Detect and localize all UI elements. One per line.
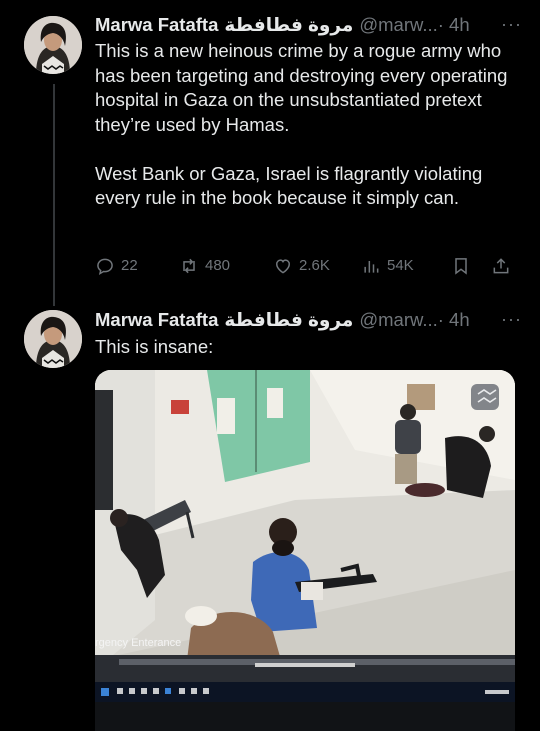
tweet-header: Marwa Fatafta مروة فطافطة @marw... · 4h <box>95 308 522 332</box>
author-name[interactable]: Marwa Fatafta <box>95 309 218 331</box>
repost-count: 480 <box>205 257 231 274</box>
views-button[interactable]: 54K <box>361 256 414 276</box>
tweet-time[interactable]: · 4h <box>438 309 470 331</box>
expand-icon[interactable] <box>471 384 499 410</box>
sign-text: rgency Enterance <box>95 637 181 649</box>
author-handle[interactable]: @marw... <box>359 14 437 36</box>
reply-count: 22 <box>121 257 138 274</box>
avatar-image <box>24 310 82 368</box>
tweet-time[interactable]: · 4h <box>438 14 470 36</box>
author-name[interactable]: Marwa Fatafta <box>95 14 218 36</box>
views-icon <box>364 261 379 273</box>
tweet-text: This is insane: <box>95 336 214 357</box>
tweet-actions: 22 480 2.6K 54K <box>95 256 520 280</box>
avatar-image <box>24 16 82 74</box>
reply-button[interactable]: 22 <box>95 256 138 276</box>
repost-icon <box>183 258 195 274</box>
repost-button[interactable]: 480 <box>179 256 230 276</box>
heart-icon <box>275 259 291 274</box>
cctv-video-frame: rgency Enterance <box>95 370 515 731</box>
tweet-1[interactable]: Marwa Fatafta مروة فطافطة @marw... · 4h … <box>95 13 522 211</box>
tweet-text: This is a new heinous crime by a rogue a… <box>95 40 508 208</box>
view-count: 54K <box>387 257 414 274</box>
bookmark-icon <box>455 258 467 275</box>
author-handle[interactable]: @marw... <box>359 309 437 331</box>
like-count: 2.6K <box>299 257 330 274</box>
more-icon[interactable]: ··· <box>501 13 522 35</box>
tweet-media[interactable]: rgency Enterance <box>95 370 515 731</box>
more-icon[interactable]: ··· <box>501 308 522 330</box>
thread-connector-line <box>53 84 55 306</box>
like-button[interactable]: 2.6K <box>273 256 330 276</box>
avatar[interactable] <box>24 16 82 74</box>
bookmark-button[interactable] <box>451 256 477 276</box>
tweet-2[interactable]: Marwa Fatafta مروة فطافطة @marw... · 4h … <box>95 308 522 360</box>
share-button[interactable] <box>491 256 517 276</box>
share-icon <box>493 258 509 274</box>
author-name-arabic[interactable]: مروة فطافطة <box>224 309 353 331</box>
author-name-arabic[interactable]: مروة فطافطة <box>224 14 353 36</box>
reply-icon <box>97 258 113 275</box>
tweet-header: Marwa Fatafta مروة فطافطة @marw... · 4h <box>95 13 522 37</box>
avatar[interactable] <box>24 310 82 368</box>
